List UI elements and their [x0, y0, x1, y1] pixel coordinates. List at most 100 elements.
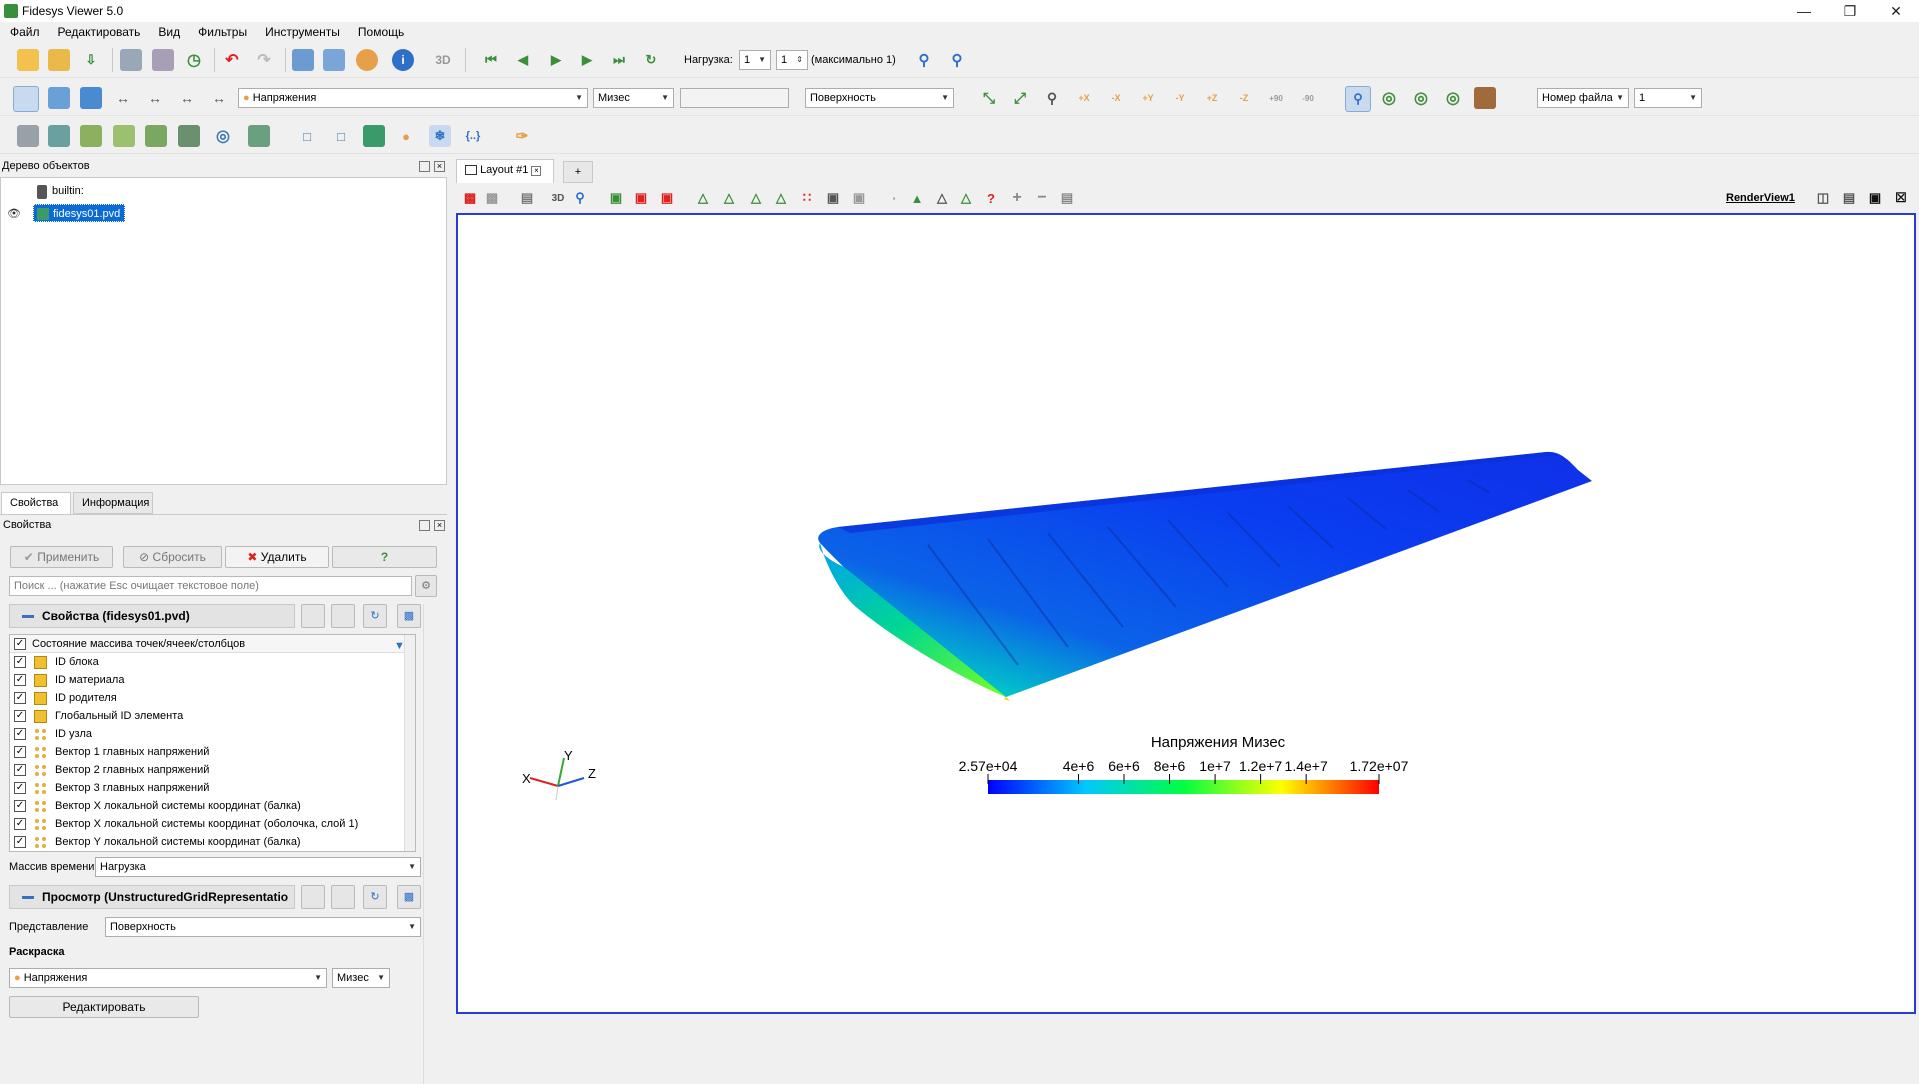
object-tree[interactable]: builtin: 👁 fidesys01.pvd	[0, 177, 447, 485]
arrays-scrollbar[interactable]	[404, 635, 415, 851]
menu-file[interactable]: Файл	[0, 22, 48, 39]
camera-zoom-icon[interactable]: ⚲	[946, 49, 968, 71]
menu-help[interactable]: Помощь	[348, 22, 412, 39]
loop-icon[interactable]: ↻	[640, 49, 662, 71]
array-checkbox[interactable]: ✓	[14, 818, 26, 830]
timer-icon[interactable]: ◷	[183, 49, 205, 71]
view-plus-x-icon[interactable]: +X	[1073, 87, 1095, 109]
disconnect-icon[interactable]	[323, 49, 345, 71]
add-layout-tab[interactable]: +	[563, 161, 593, 183]
edit-colormap-icon[interactable]	[48, 87, 70, 109]
select-points-icon[interactable]: ▣	[630, 187, 652, 209]
reset-button[interactable]: ⊘ Сбросить	[123, 546, 222, 568]
array-checkbox[interactable]: ✓	[14, 746, 26, 758]
array-checkbox[interactable]: ✓	[14, 656, 26, 668]
undock-props-icon[interactable]	[419, 520, 430, 531]
zoom-box-icon[interactable]: ⚲	[1041, 87, 1063, 109]
component-select[interactable]: Мизес ▼	[593, 88, 674, 108]
menu-view[interactable]: Вид	[148, 22, 188, 39]
probe-icon[interactable]: ●	[395, 125, 417, 147]
redo-icon[interactable]: ↷	[253, 49, 275, 71]
group-properties[interactable]: Свойства (fidesys01.pvd)	[9, 604, 295, 628]
array-row[interactable]: ✓ Вектор X локальной системы координат (б…	[10, 797, 415, 815]
view-minus-z-icon[interactable]: -Z	[1233, 87, 1255, 109]
select-grow-icon[interactable]: △	[770, 187, 792, 209]
menu-tools[interactable]: Инструменты	[255, 22, 348, 39]
view-plus-y-icon[interactable]: +Y	[1137, 87, 1159, 109]
select-cells-icon[interactable]: ▣	[605, 187, 627, 209]
add-selection-icon[interactable]: +	[1006, 187, 1028, 209]
help-button[interactable]: ?	[332, 546, 437, 568]
sub-component-select[interactable]	[680, 88, 789, 108]
color-legend[interactable]: Напряжения Мизес 2.57e+04 4e+6 6e+6 8e+6 1e+…	[958, 734, 1478, 804]
rescale-icon[interactable]: ↔	[112, 87, 134, 109]
toggle-3d-icon[interactable]: 3D	[547, 187, 569, 209]
connect-icon[interactable]	[292, 49, 314, 71]
close-tab-icon[interactable]: ×	[531, 166, 542, 176]
query-points-icon[interactable]: ?	[980, 187, 1002, 209]
threshold-icon[interactable]	[145, 125, 167, 147]
reload-icon[interactable]: ↻	[363, 604, 387, 628]
array-row[interactable]: ✓ Вектор 1 главных напряжений	[10, 743, 415, 761]
hover-icon[interactable]: ∙	[883, 187, 905, 209]
3d-mode-icon[interactable]: 3D	[432, 49, 454, 71]
time-array-select[interactable]: Нагрузка ▼	[95, 857, 421, 877]
array-row[interactable]: ✓ Вектор X локальной системы координат (о…	[10, 815, 415, 833]
grow-selection-icon[interactable]: ▲	[906, 187, 928, 209]
load-state-icon[interactable]	[152, 49, 174, 71]
load-step-spinbox[interactable]: 1 ⇕	[776, 50, 808, 70]
arrays-header[interactable]: ✓ Состояние массива точек/ячеек/столбцов…	[10, 635, 415, 653]
representation-select[interactable]: Поверхность ▼	[805, 88, 954, 108]
undo-icon[interactable]: ↶	[221, 49, 243, 71]
reset-center-icon[interactable]: ◎	[1410, 87, 1432, 109]
array-checkbox[interactable]: ✓	[14, 800, 26, 812]
info-icon[interactable]: i	[392, 49, 414, 71]
subtract-selection-icon[interactable]: −	[1031, 187, 1053, 209]
load-select[interactable]: 1 ▼	[739, 50, 771, 70]
last-frame-icon[interactable]: ⏭	[608, 49, 630, 71]
array-checkbox[interactable]: ✓	[14, 728, 26, 740]
glyph-icon[interactable]: ◎	[212, 125, 234, 147]
properties-scrollbar[interactable]	[423, 604, 435, 1084]
trash-icon[interactable]: ▤	[1056, 187, 1078, 209]
select-polygon-icon[interactable]: △	[718, 187, 740, 209]
tab-information[interactable]: Информация	[73, 492, 153, 514]
array-checkbox[interactable]: ✓	[14, 674, 26, 686]
close-button[interactable]: ✕	[1873, 0, 1919, 22]
rescale-visible-icon[interactable]: ↔	[176, 87, 198, 109]
array-row[interactable]: ✓ Вектор Y локальной системы координат (б…	[10, 833, 415, 851]
maximize-button[interactable]: ❐	[1827, 0, 1873, 22]
clip-icon[interactable]	[80, 125, 102, 147]
array-row[interactable]: ✓ ID узла	[10, 725, 415, 743]
warp-icon[interactable]	[248, 125, 270, 147]
select-shrink-icon[interactable]: ▣	[822, 187, 844, 209]
array-checkbox[interactable]: ✓	[14, 782, 26, 794]
tab-properties[interactable]: Свойства	[1, 492, 71, 514]
interaction-mode-icon[interactable]: ◎	[1442, 87, 1464, 109]
array-checkbox[interactable]: ✓	[14, 836, 26, 848]
reload-display-icon[interactable]: ↻	[363, 885, 387, 909]
capture-icon[interactable]: ▩	[481, 187, 503, 209]
show-center-icon[interactable]: ◎	[1378, 87, 1400, 109]
paste-icon[interactable]	[331, 604, 355, 628]
select-interactive-icon[interactable]: △	[745, 187, 767, 209]
close-props-icon[interactable]: ×	[434, 520, 445, 531]
query-icon[interactable]: △	[955, 187, 977, 209]
plot-over-line-icon[interactable]	[363, 125, 385, 147]
view-minus-y-icon[interactable]: -Y	[1169, 87, 1191, 109]
save-props-icon[interactable]: ▩	[397, 604, 421, 628]
rotate-minus-90-icon[interactable]: -90	[1297, 87, 1319, 109]
paste-display-icon[interactable]	[331, 885, 355, 909]
view-minus-x-icon[interactable]: -X	[1105, 87, 1127, 109]
render-view[interactable]: X Y Z Напряжения Мизес 2.57e+04 4e+6 6e+6 8…	[456, 213, 1916, 1014]
apply-button[interactable]: ✔ Применить	[10, 546, 113, 568]
extract-level-icon[interactable]: □	[330, 125, 352, 147]
edit-colormap-button[interactable]: Редактировать	[9, 996, 199, 1018]
reset-camera-icon[interactable]: ⤡	[978, 87, 1000, 109]
undock-icon[interactable]	[419, 161, 430, 172]
array-row[interactable]: ✓ Вектор 2 главных напряжений	[10, 761, 415, 779]
reset-range-icon[interactable]	[80, 87, 102, 109]
eye-icon[interactable]: 👁	[7, 207, 21, 220]
view-name[interactable]: RenderView1	[1726, 192, 1795, 204]
split-horizontal-icon[interactable]: ◫	[1812, 187, 1834, 209]
